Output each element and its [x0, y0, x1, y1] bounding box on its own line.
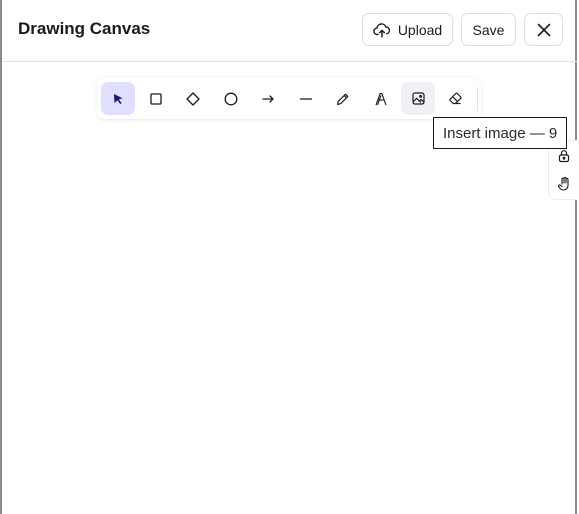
- side-panel: [548, 140, 577, 200]
- save-button[interactable]: Save: [461, 13, 516, 46]
- cloud-upload-icon: [373, 22, 391, 38]
- tooltip: Insert image — 9: [433, 117, 567, 149]
- tool-diamond[interactable]: [176, 82, 210, 115]
- tool-image[interactable]: [401, 82, 435, 115]
- circle-icon: [223, 91, 239, 107]
- lock-button[interactable]: [555, 147, 573, 165]
- square-icon: [149, 92, 163, 106]
- page-title: Drawing Canvas: [18, 19, 151, 38]
- tool-ellipse[interactable]: [214, 82, 248, 115]
- hand-icon: [557, 176, 572, 191]
- image-icon: [411, 91, 426, 106]
- drawing-toolbar: [97, 78, 481, 119]
- upload-label: Upload: [397, 21, 443, 38]
- tool-draw[interactable]: [326, 82, 360, 115]
- pencil-icon: [336, 92, 350, 106]
- close-button[interactable]: [524, 13, 563, 46]
- toolbar-divider: [477, 86, 478, 111]
- tool-arrow[interactable]: [251, 82, 285, 115]
- header: Drawing Canvas Upload Save: [2, 0, 577, 62]
- tool-text[interactable]: [364, 82, 398, 115]
- close-icon: [537, 23, 551, 37]
- tool-eraser[interactable]: [439, 82, 473, 115]
- line-icon: [299, 92, 313, 106]
- tool-rectangle[interactable]: [139, 82, 173, 115]
- diamond-icon: [185, 91, 201, 107]
- eraser-icon: [448, 91, 463, 106]
- hand-button[interactable]: [555, 174, 573, 192]
- lock-icon: [557, 149, 571, 163]
- arrow-right-icon: [261, 92, 275, 106]
- cursor-arrow-icon: [111, 92, 125, 106]
- tool-line[interactable]: [289, 82, 323, 115]
- tool-select[interactable]: [101, 82, 135, 115]
- text-icon: [373, 91, 389, 107]
- upload-button[interactable]: Upload: [362, 13, 453, 46]
